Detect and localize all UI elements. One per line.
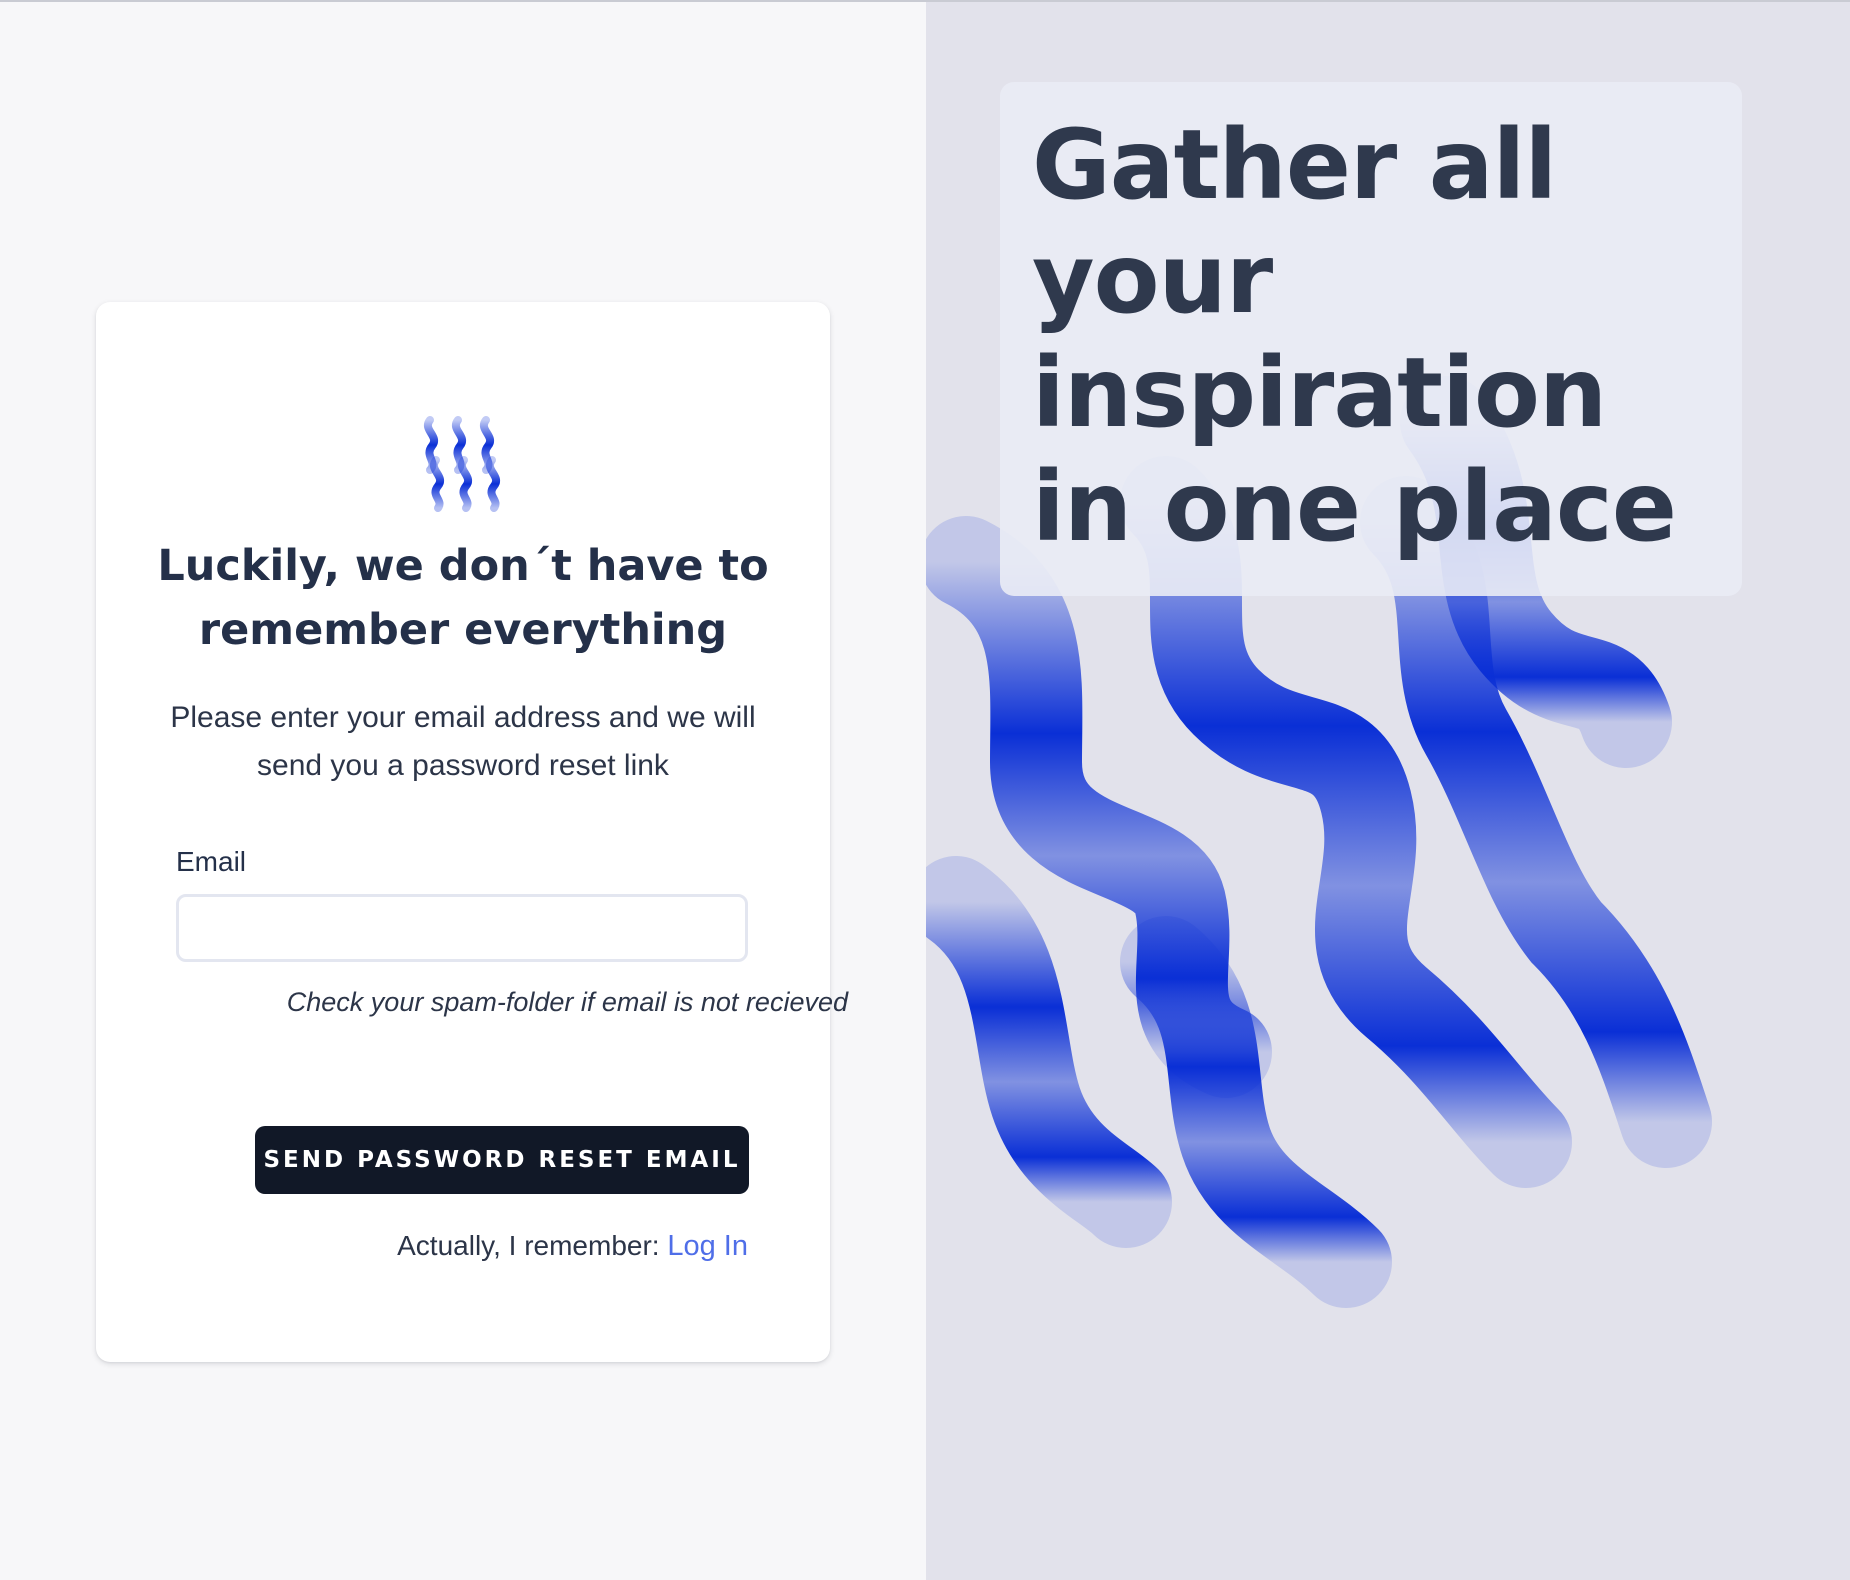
login-prompt-text: Actually, I remember: bbox=[397, 1230, 668, 1261]
spam-folder-hint: Check your spam-folder if email is not r… bbox=[286, 987, 848, 1017]
send-password-reset-email-button[interactable]: SEND PASSWORD RESET EMAIL bbox=[255, 1126, 749, 1194]
login-row: Actually, I remember: Log In bbox=[296, 1230, 748, 1263]
log-in-link[interactable]: Log In bbox=[667, 1230, 748, 1262]
hero-headline: Gather all your inspiration in one place bbox=[1032, 109, 1677, 563]
email-label: Email bbox=[176, 846, 247, 877]
email-field[interactable] bbox=[176, 894, 748, 962]
reset-password-card: Luckily, we don´t have to remember every… bbox=[96, 302, 848, 1362]
page-heading: Luckily, we don´t have to remember every… bbox=[157, 541, 769, 655]
instructions-text: Please enter your email address and we w… bbox=[170, 701, 756, 782]
right-panel: Gather all your inspiration in one place bbox=[926, 2, 1850, 1580]
left-panel: Luckily, we don´t have to remember every… bbox=[0, 2, 926, 1580]
wavy-lines-logo-icon bbox=[424, 416, 500, 512]
